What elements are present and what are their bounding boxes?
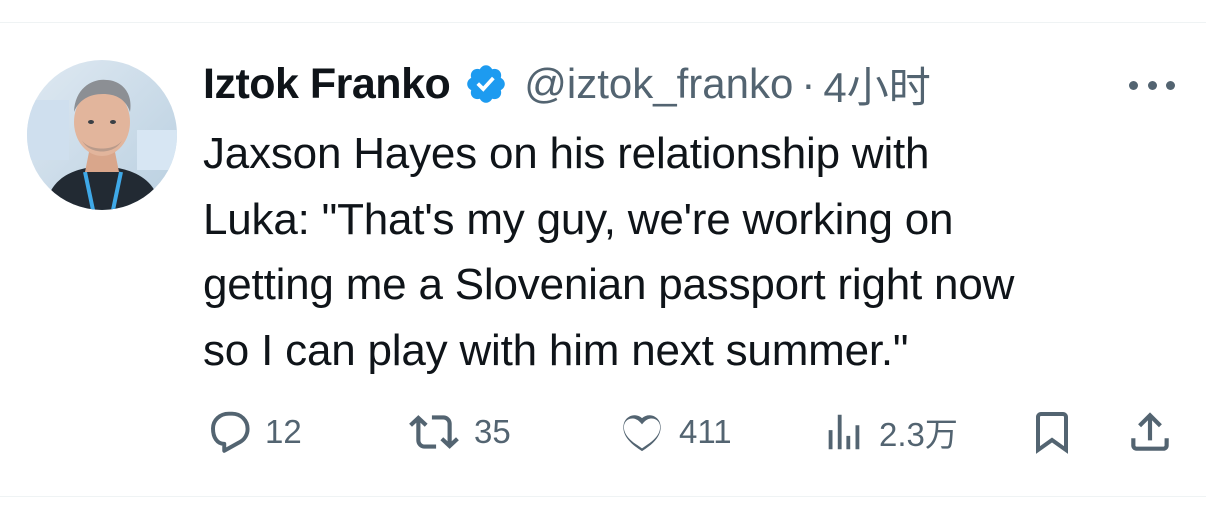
views-button[interactable]: 2.3万: [821, 407, 958, 457]
top-divider: [0, 22, 1206, 23]
reply-icon: [203, 407, 253, 457]
more-dot: [1129, 80, 1138, 90]
retweet-icon: [406, 407, 462, 457]
verified-badge-icon[interactable]: [464, 62, 508, 106]
bookmark-button[interactable]: [1028, 407, 1076, 457]
tweet-header: Iztok Franko @iztok_franko · 4小时: [203, 56, 931, 112]
heart-icon: [617, 407, 667, 457]
more-options-icon[interactable]: [1129, 70, 1175, 100]
views-count: 2.3万: [879, 416, 958, 453]
bookmark-icon: [1028, 407, 1076, 457]
like-count: 411: [679, 413, 732, 450]
retweet-count: 35: [474, 413, 511, 450]
author-handle[interactable]: @iztok_franko: [524, 60, 793, 108]
retweet-button[interactable]: 35: [406, 407, 511, 457]
reply-count: 12: [265, 413, 302, 450]
views-icon: [821, 407, 867, 457]
timestamp[interactable]: 4小时: [823, 54, 930, 115]
more-dot: [1147, 80, 1157, 90]
author-display-name[interactable]: Iztok Franko: [203, 60, 451, 109]
reply-button[interactable]: 12: [203, 407, 302, 457]
like-button[interactable]: 411: [617, 407, 732, 457]
tweet-text: Jaxson Hayes on his relationship with Lu…: [203, 129, 1015, 375]
share-button[interactable]: [1125, 407, 1175, 457]
more-dot: [1166, 80, 1175, 90]
share-icon: [1125, 407, 1175, 457]
bottom-divider: [0, 496, 1206, 497]
avatar[interactable]: [27, 60, 177, 210]
separator-dot: ·: [801, 60, 816, 107]
